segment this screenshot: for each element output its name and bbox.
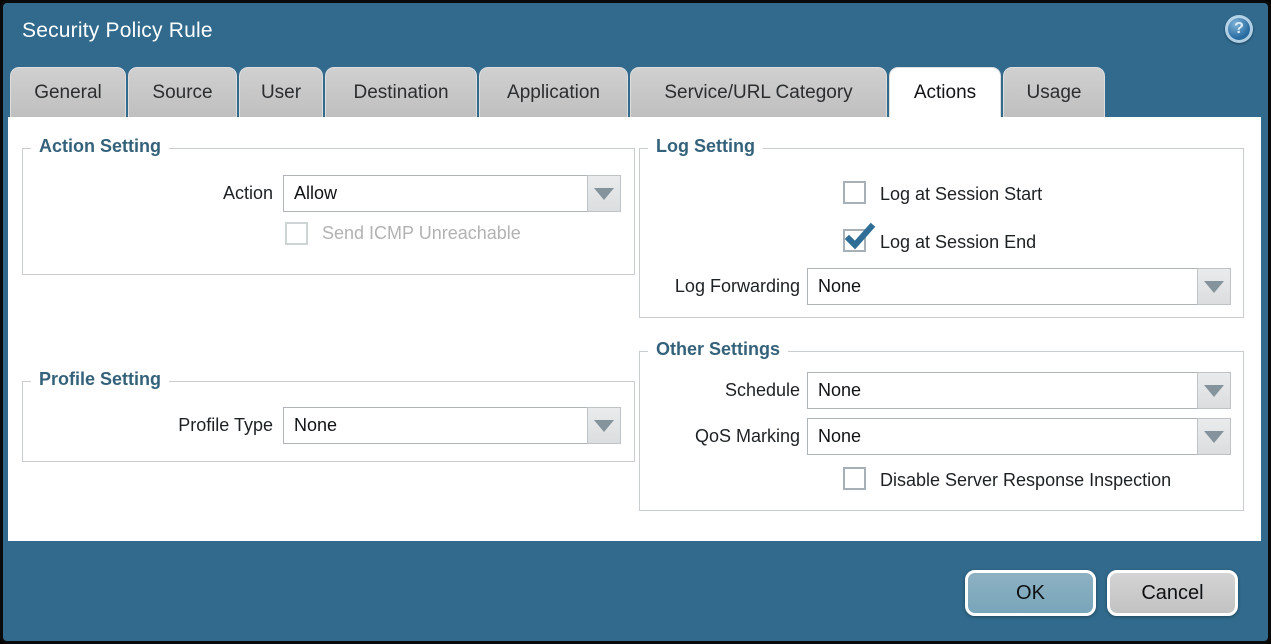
send-icmp-unreachable-label: Send ICMP Unreachable — [322, 221, 521, 245]
chevron-down-icon — [594, 420, 614, 432]
tab-bar: General Source User Destination Applicat… — [10, 67, 1105, 117]
qos-marking-label: QoS Marking — [640, 418, 800, 455]
chevron-down-icon — [1204, 385, 1224, 397]
profile-setting-legend: Profile Setting — [31, 369, 169, 390]
action-label: Action — [23, 175, 273, 212]
qos-marking-dropdown[interactable]: None — [807, 418, 1231, 455]
action-dropdown-value: Allow — [294, 176, 337, 211]
tab-actions[interactable]: Actions — [889, 67, 1001, 117]
log-session-start-label: Log at Session Start — [880, 182, 1042, 206]
chevron-down-icon — [594, 188, 614, 200]
log-setting-legend: Log Setting — [648, 136, 763, 157]
disable-server-response-inspection-label: Disable Server Response Inspection — [880, 468, 1171, 492]
qos-marking-dropdown-button[interactable] — [1197, 418, 1231, 455]
security-policy-rule-dialog: Security Policy Rule ? General Source Us… — [0, 0, 1271, 644]
profile-type-label: Profile Type — [23, 407, 273, 444]
tab-user[interactable]: User — [239, 67, 323, 117]
log-setting-group: Log Setting Log at Session Start Log at … — [639, 148, 1244, 318]
log-forwarding-dropdown-button[interactable] — [1197, 268, 1231, 305]
action-setting-legend: Action Setting — [31, 136, 169, 157]
tab-destination[interactable]: Destination — [325, 67, 477, 117]
action-setting-group: Action Setting Action Allow Send ICMP Un… — [22, 148, 635, 275]
other-settings-legend: Other Settings — [648, 339, 788, 360]
log-forwarding-dropdown-value: None — [818, 269, 861, 304]
send-icmp-unreachable-checkbox — [285, 222, 308, 245]
profile-setting-group: Profile Setting Profile Type None — [22, 381, 635, 462]
other-settings-group: Other Settings Schedule None QoS Marking… — [639, 351, 1244, 511]
help-icon[interactable]: ? — [1225, 15, 1253, 43]
action-dropdown[interactable]: Allow — [283, 175, 621, 212]
schedule-dropdown[interactable]: None — [807, 372, 1231, 409]
schedule-dropdown-value: None — [818, 373, 861, 408]
cancel-button[interactable]: Cancel — [1107, 570, 1238, 616]
schedule-dropdown-button[interactable] — [1197, 372, 1231, 409]
profile-type-dropdown-button[interactable] — [587, 407, 621, 444]
schedule-label: Schedule — [640, 372, 800, 409]
tab-usage[interactable]: Usage — [1003, 67, 1105, 117]
action-dropdown-button[interactable] — [587, 175, 621, 212]
log-forwarding-dropdown[interactable]: None — [807, 268, 1231, 305]
check-icon — [843, 223, 875, 255]
profile-type-dropdown[interactable]: None — [283, 407, 621, 444]
ok-button[interactable]: OK — [965, 570, 1096, 616]
log-session-end-checkbox[interactable] — [843, 229, 866, 252]
log-session-end-label: Log at Session End — [880, 230, 1036, 254]
qos-marking-dropdown-value: None — [818, 419, 861, 454]
tab-service-url-category[interactable]: Service/URL Category — [630, 67, 887, 117]
log-session-start-checkbox[interactable] — [843, 181, 866, 204]
log-forwarding-label: Log Forwarding — [640, 268, 800, 305]
profile-type-dropdown-value: None — [294, 408, 337, 443]
disable-server-response-inspection-checkbox[interactable] — [843, 467, 866, 490]
dialog-title: Security Policy Rule — [22, 19, 213, 43]
tab-source[interactable]: Source — [128, 67, 237, 117]
tab-application[interactable]: Application — [479, 67, 628, 117]
chevron-down-icon — [1204, 431, 1224, 443]
tab-general[interactable]: General — [10, 67, 126, 117]
chevron-down-icon — [1204, 281, 1224, 293]
